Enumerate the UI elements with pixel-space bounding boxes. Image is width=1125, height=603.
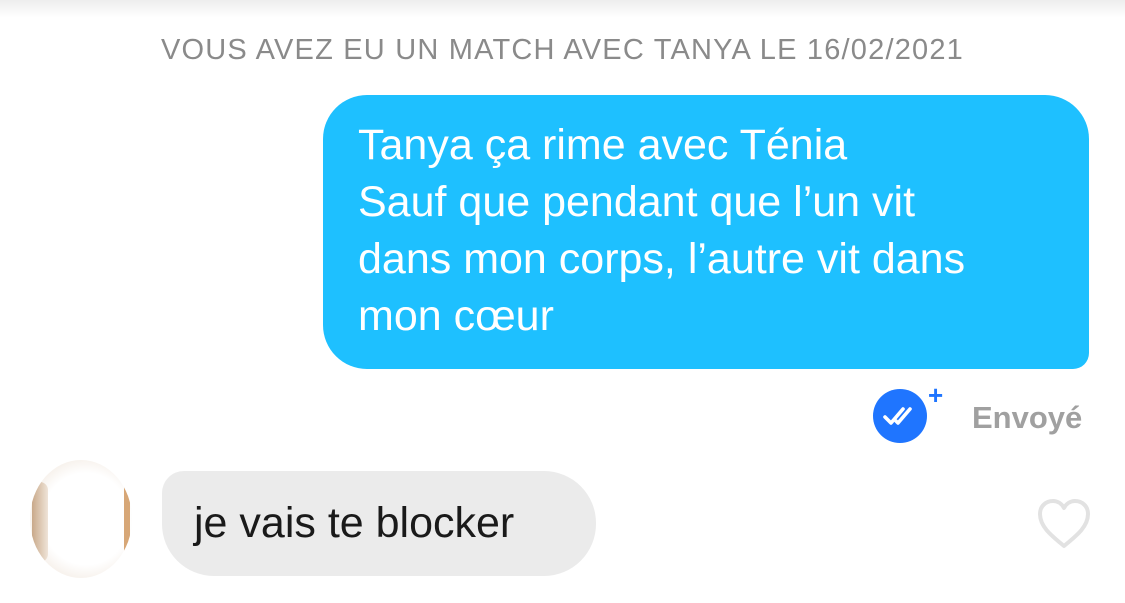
- received-message-text: je vais te blocker: [194, 499, 515, 547]
- read-receipt-badge[interactable]: [873, 389, 927, 443]
- double-check-icon: [883, 407, 912, 425]
- like-button[interactable]: [1034, 496, 1094, 552]
- sent-message-line: mon cœur: [358, 292, 554, 340]
- plus-icon[interactable]: +: [928, 382, 943, 408]
- heart-outline-icon: [1038, 499, 1090, 548]
- header-shadow: [0, 0, 1125, 18]
- sent-message-line: dans mon corps, l’autre vit dans: [358, 235, 966, 283]
- match-date-banner: VOUS AVEZ EU UN MATCH AVEC TANYA LE 16/0…: [160, 34, 965, 66]
- sent-message-line: Tanya ça rime avec Ténia: [358, 121, 848, 169]
- sent-status-label: Envoyé: [972, 400, 1083, 435]
- sent-message-line: Sauf que pendant que l’un vit: [358, 178, 916, 226]
- received-message-bubble[interactable]: je vais te blocker: [162, 471, 596, 576]
- avatar[interactable]: [30, 460, 132, 578]
- sent-message-bubble[interactable]: Tanya ça rime avec Ténia Sauf que pendan…: [323, 95, 1089, 369]
